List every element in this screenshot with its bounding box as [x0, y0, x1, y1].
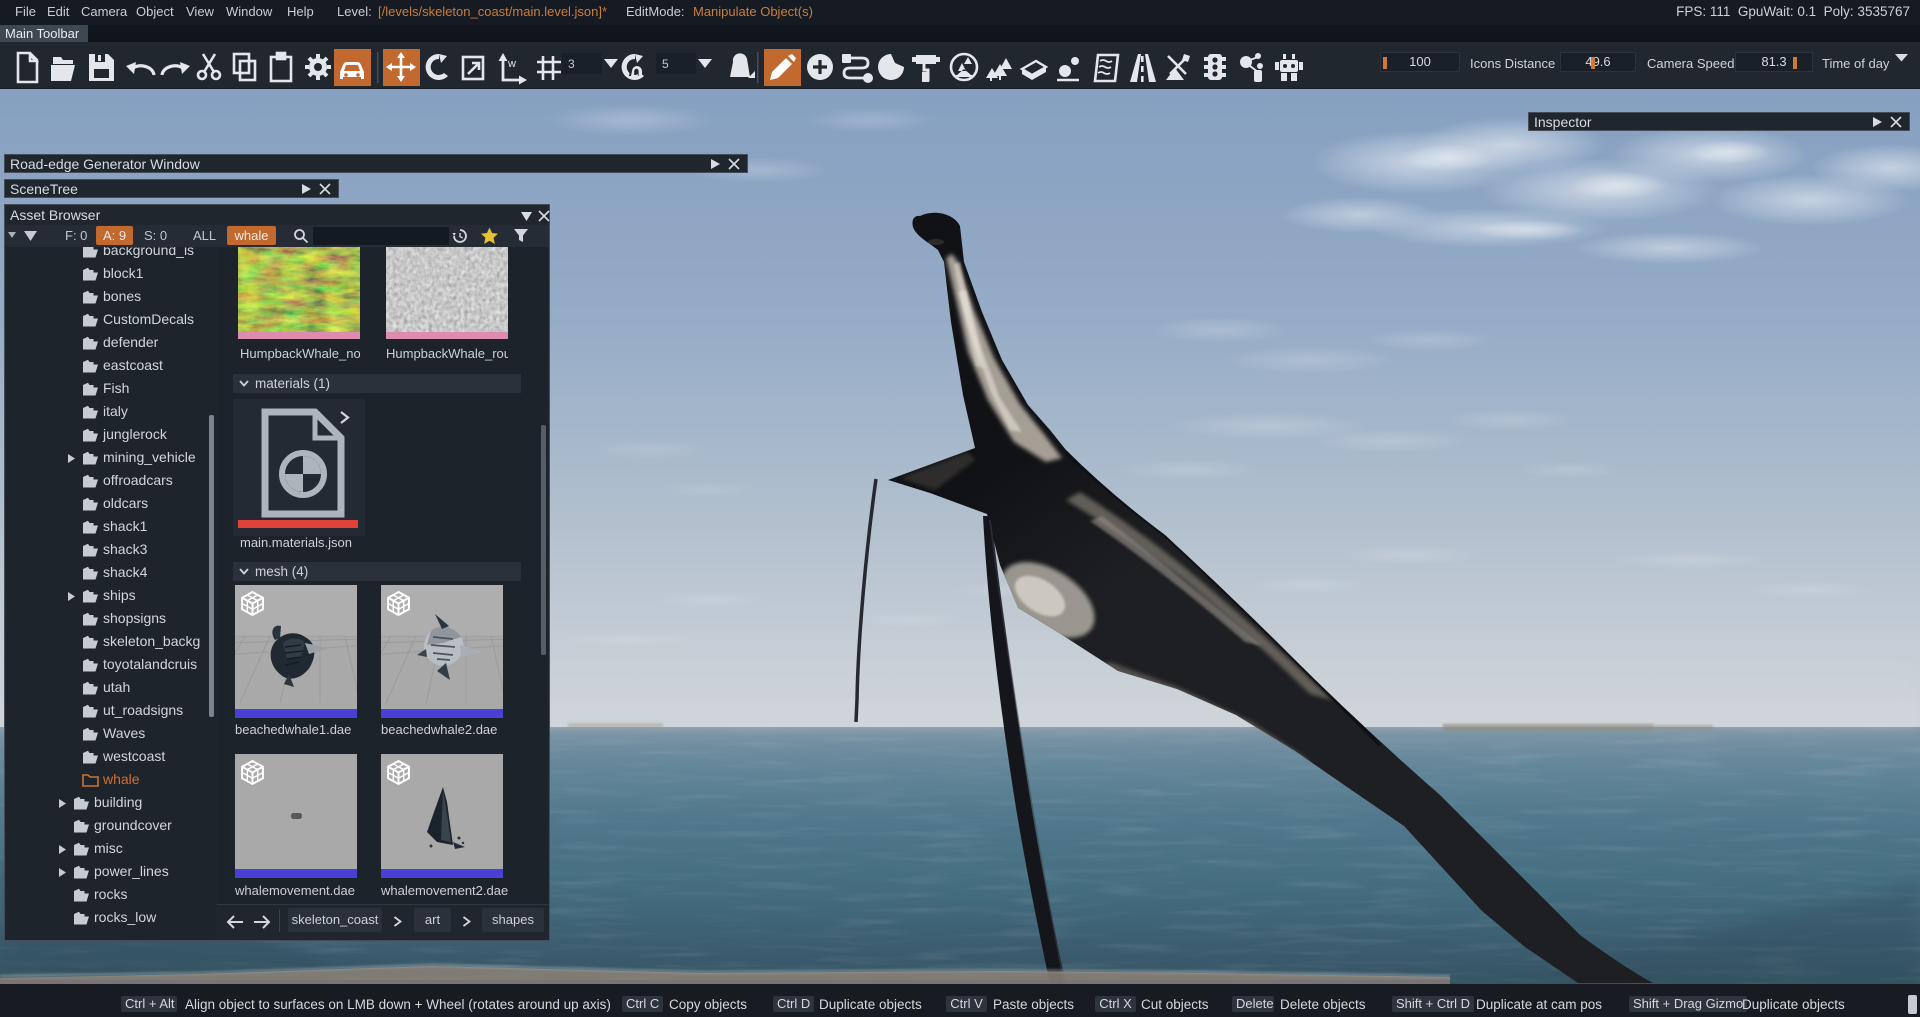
- svg-text:3: 3: [568, 57, 575, 71]
- svg-text:w: w: [507, 58, 516, 70]
- svg-text:5: 5: [662, 57, 669, 71]
